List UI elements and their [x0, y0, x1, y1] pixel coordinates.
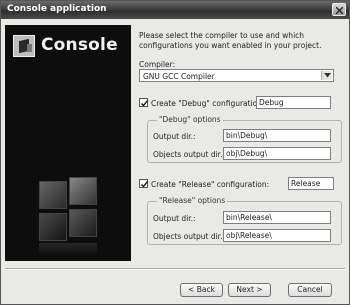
release-objects-dir-input[interactable]: obj\Release\ — [223, 229, 331, 242]
compiler-label: Compiler: — [139, 60, 176, 69]
window-title: Console application — [7, 4, 107, 14]
close-icon — [336, 7, 343, 14]
release-output-dir-input[interactable]: bin\Release\ — [223, 211, 331, 224]
title-bar[interactable]: Console application — [1, 1, 349, 19]
cube-shape — [69, 177, 97, 205]
debug-output-dir-label: Output dir.: — [153, 132, 196, 141]
debug-objects-dir-label: Objects output dir.: — [153, 150, 225, 159]
checkmark-icon — [141, 181, 149, 188]
release-objects-dir-label: Objects output dir.: — [153, 232, 225, 241]
compiler-selected-value: GNU GCC Compiler — [143, 72, 215, 81]
intro-text: Please select the compiler to use and wh… — [139, 31, 322, 50]
debug-checkbox[interactable] — [139, 98, 149, 107]
cube-shape — [39, 213, 67, 241]
debug-output-dir-input[interactable]: bin\Debug\ — [223, 129, 331, 142]
cancel-button[interactable]: Cancel — [288, 283, 332, 297]
chevron-down-icon — [324, 73, 331, 78]
compiler-select[interactable]: GNU GCC Compiler — [139, 69, 334, 82]
cubes-graphic — [37, 175, 99, 257]
cube-reflection — [39, 243, 97, 255]
console-logo-icon — [13, 35, 35, 57]
checkmark-icon — [141, 100, 149, 107]
cube-shape — [69, 209, 97, 237]
release-name-input[interactable]: Release — [288, 177, 334, 190]
back-button[interactable]: < Back — [180, 283, 223, 297]
release-options-title: "Release" options — [157, 196, 228, 205]
cube-shape — [39, 181, 67, 209]
debug-options-title: "Debug" options — [157, 115, 223, 124]
wizard-window: Console application Console Please selec… — [0, 0, 350, 305]
release-checkbox-label[interactable]: Create "Release" configuration: — [151, 180, 269, 189]
release-checkbox[interactable] — [139, 179, 149, 188]
close-button[interactable] — [332, 3, 346, 16]
debug-name-input[interactable]: Debug — [256, 96, 331, 109]
debug-objects-dir-input[interactable]: obj\Debug\ — [223, 147, 331, 160]
next-button[interactable]: Next > — [228, 283, 271, 297]
console-logo-text: Console — [41, 35, 118, 55]
wizard-side-panel: Console — [5, 25, 131, 261]
debug-checkbox-label[interactable]: Create "Debug" configuration: — [151, 99, 265, 108]
dropdown-button[interactable] — [321, 71, 332, 80]
footer-separator — [5, 268, 345, 270]
release-output-dir-label: Output dir.: — [153, 214, 196, 223]
